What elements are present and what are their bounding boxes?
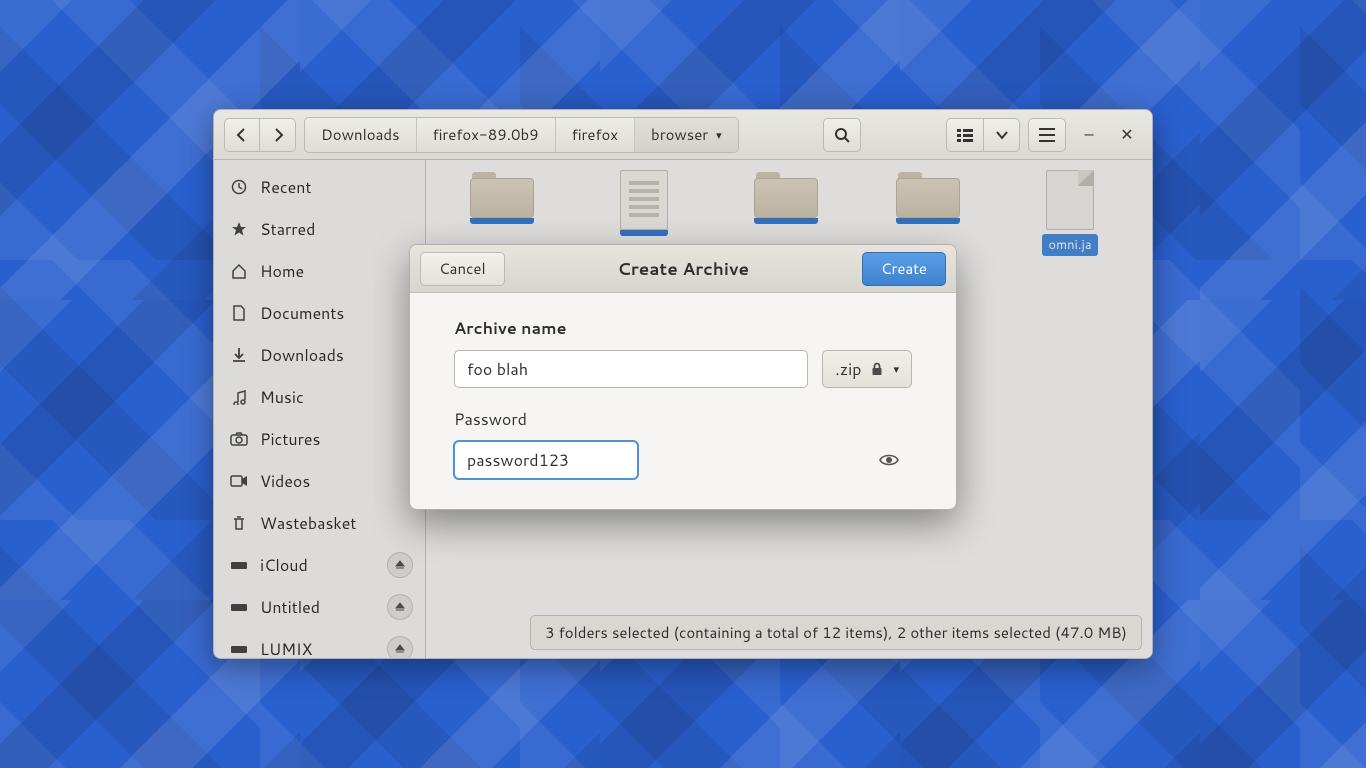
cancel-button[interactable]: Cancel bbox=[420, 252, 505, 286]
chevron-down-icon: ▾ bbox=[893, 361, 899, 377]
sidebar-item-recent[interactable]: Recent bbox=[214, 166, 425, 208]
file-item[interactable]: omni.ja bbox=[1024, 170, 1116, 256]
sidebar-item-lumix[interactable]: LUMIX bbox=[214, 628, 425, 658]
status-bar: 3 folders selected (containing a total o… bbox=[530, 615, 1142, 650]
sidebar-item-label: Wastebasket bbox=[260, 512, 356, 535]
chevron-right-icon bbox=[272, 128, 284, 142]
breadcrumb-item-current[interactable]: browser ▾ bbox=[635, 118, 738, 152]
video-icon bbox=[230, 472, 248, 490]
drive-icon bbox=[230, 556, 248, 574]
sidebar-item-label: Downloads bbox=[260, 344, 344, 367]
sidebar-item-label: Videos bbox=[260, 470, 310, 493]
sidebar-item-label: Recent bbox=[260, 176, 312, 199]
breadcrumb-item[interactable]: firefox bbox=[556, 118, 635, 152]
places-sidebar: Recent Starred Home Documents Downloads … bbox=[214, 160, 426, 658]
password-input[interactable] bbox=[454, 441, 638, 479]
archive-name-label: Archive name bbox=[454, 317, 912, 340]
eject-button[interactable] bbox=[387, 552, 413, 578]
sidebar-item-wastebasket[interactable]: Wastebasket bbox=[214, 502, 425, 544]
archive-extension-value: .zip bbox=[835, 358, 861, 381]
sidebar-item-documents[interactable]: Documents bbox=[214, 292, 425, 334]
archive-name-input[interactable] bbox=[454, 350, 808, 388]
sidebar-item-videos[interactable]: Videos bbox=[214, 460, 425, 502]
search-button[interactable] bbox=[823, 118, 861, 152]
lock-icon bbox=[871, 362, 883, 376]
sidebar-item-starred[interactable]: Starred bbox=[214, 208, 425, 250]
sidebar-item-downloads[interactable]: Downloads bbox=[214, 334, 425, 376]
home-icon bbox=[230, 262, 248, 280]
sidebar-item-pictures[interactable]: Pictures bbox=[214, 418, 425, 460]
drive-icon bbox=[230, 598, 248, 616]
minimize-button[interactable]: – bbox=[1074, 123, 1104, 146]
folder-icon bbox=[470, 170, 534, 218]
star-icon bbox=[230, 220, 248, 238]
sidebar-item-music[interactable]: Music bbox=[214, 376, 425, 418]
sidebar-item-label: iCloud bbox=[260, 554, 308, 577]
sidebar-item-home[interactable]: Home bbox=[214, 250, 425, 292]
clock-icon bbox=[230, 178, 248, 196]
close-icon: ✕ bbox=[1120, 123, 1133, 146]
folder-icon bbox=[896, 170, 960, 218]
download-icon bbox=[230, 346, 248, 364]
hamburger-menu-button[interactable] bbox=[1028, 118, 1066, 152]
close-button[interactable]: ✕ bbox=[1112, 123, 1142, 146]
back-button[interactable] bbox=[224, 118, 260, 152]
chevron-down-icon bbox=[996, 130, 1008, 140]
sidebar-item-label: Pictures bbox=[260, 428, 320, 451]
minimize-icon: – bbox=[1084, 123, 1093, 146]
document-icon bbox=[230, 304, 248, 322]
eject-icon bbox=[395, 602, 405, 612]
sidebar-item-label: Home bbox=[260, 260, 304, 283]
sidebar-item-label: Documents bbox=[260, 302, 344, 325]
sidebar-item-label: LUMIX bbox=[260, 638, 312, 659]
sidebar-item-label: Music bbox=[260, 386, 304, 409]
create-button[interactable]: Create bbox=[862, 252, 946, 286]
sidebar-item-label: Untitled bbox=[260, 596, 320, 619]
eject-button[interactable] bbox=[387, 636, 413, 658]
breadcrumb-item[interactable]: Downloads bbox=[305, 118, 417, 152]
toggle-password-visibility-button[interactable] bbox=[878, 449, 900, 471]
view-options-button[interactable] bbox=[984, 118, 1020, 152]
password-label: Password bbox=[454, 408, 912, 431]
dialog-header: Cancel Create Archive Create bbox=[410, 245, 956, 293]
chevron-down-icon: ▾ bbox=[716, 127, 722, 143]
music-icon bbox=[230, 388, 248, 406]
breadcrumb-item[interactable]: firefox-89.0b9 bbox=[417, 118, 556, 152]
trash-icon bbox=[230, 514, 248, 532]
sidebar-item-icloud[interactable]: iCloud bbox=[214, 544, 425, 586]
chevron-left-icon bbox=[236, 128, 248, 142]
text-file-icon bbox=[620, 170, 668, 230]
eject-button[interactable] bbox=[387, 594, 413, 620]
search-icon bbox=[834, 127, 850, 143]
sidebar-item-untitled[interactable]: Untitled bbox=[214, 586, 425, 628]
camera-icon bbox=[230, 430, 248, 448]
hamburger-icon bbox=[1039, 128, 1055, 142]
eye-icon bbox=[879, 453, 899, 467]
breadcrumb: Downloads firefox-89.0b9 firefox browser… bbox=[304, 117, 739, 153]
view-mode-button[interactable] bbox=[946, 118, 984, 152]
sidebar-item-label: Starred bbox=[260, 218, 315, 241]
generic-file-icon bbox=[1046, 170, 1094, 230]
drive-icon bbox=[230, 640, 248, 658]
file-label: omni.ja bbox=[1042, 234, 1097, 256]
eject-icon bbox=[395, 644, 405, 654]
archive-extension-combo[interactable]: .zip ▾ bbox=[822, 350, 912, 388]
list-view-icon bbox=[957, 128, 973, 142]
create-archive-dialog: Cancel Create Archive Create Archive nam… bbox=[409, 244, 957, 510]
file-manager-titlebar: Downloads firefox-89.0b9 firefox browser… bbox=[214, 110, 1152, 160]
eject-icon bbox=[395, 560, 405, 570]
folder-icon bbox=[754, 170, 818, 218]
dialog-title: Create Archive bbox=[617, 257, 749, 281]
breadcrumb-label: browser bbox=[651, 124, 708, 145]
forward-button[interactable] bbox=[260, 118, 296, 152]
